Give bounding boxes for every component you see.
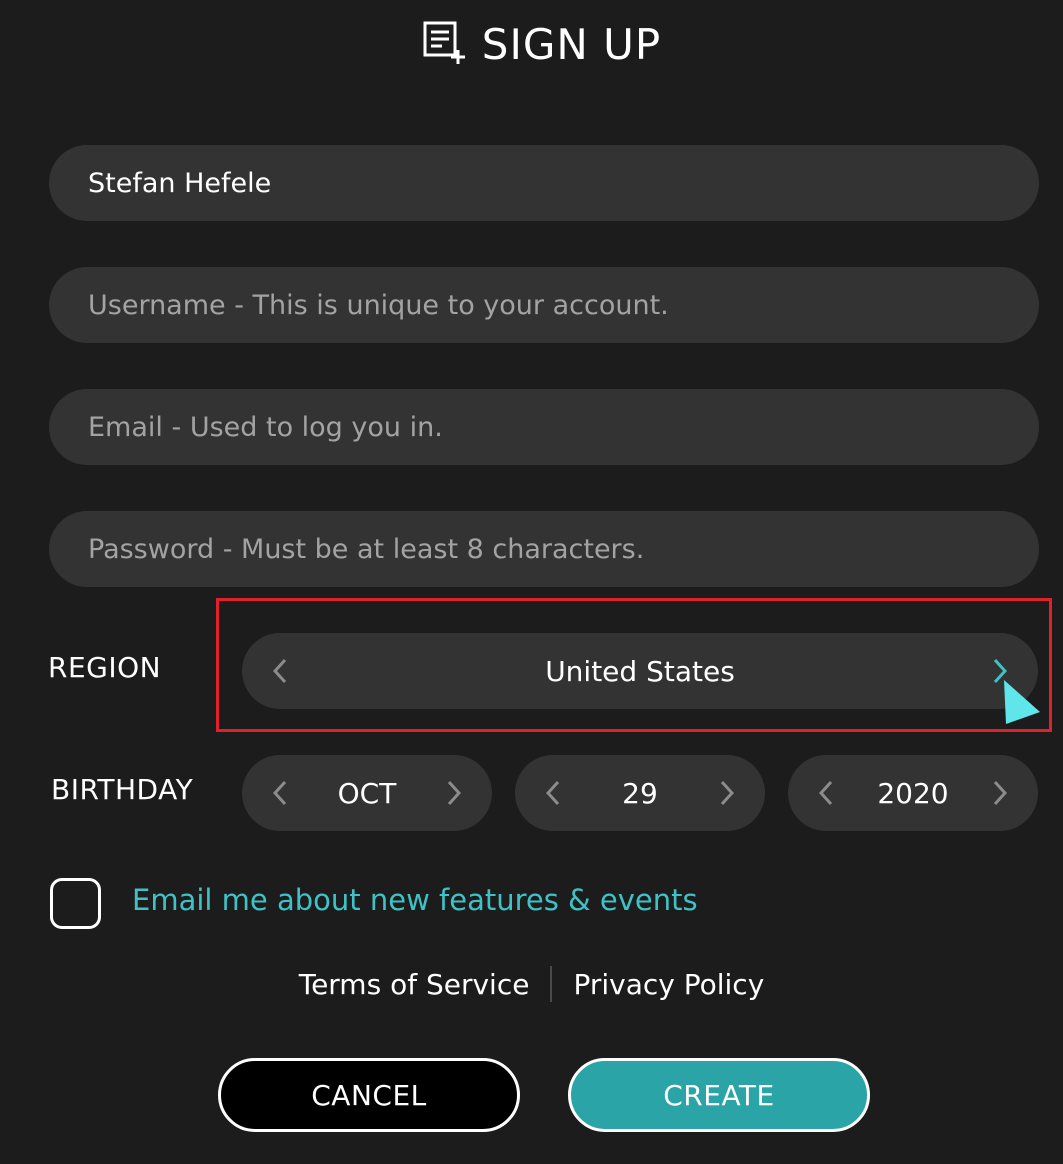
birthday-day-picker: 29 (515, 755, 765, 831)
email-field[interactable] (49, 389, 1039, 465)
mouse-cursor-icon (1000, 678, 1042, 730)
password-field[interactable] (49, 511, 1039, 587)
privacy-policy-link[interactable]: Privacy Policy (573, 968, 764, 1001)
password-input[interactable] (88, 533, 1039, 565)
sign-up-screen: SIGN UP REGION United States BIRTHDAY OC… (0, 0, 1063, 1164)
birthday-year-picker: 2020 (788, 755, 1038, 831)
birthday-label: BIRTHDAY (51, 773, 194, 806)
username-input[interactable] (88, 289, 1039, 321)
month-next-chevron-right-icon[interactable] (434, 773, 474, 813)
legal-links: Terms of Service Privacy Policy (0, 966, 1063, 1002)
page-title: SIGN UP (481, 19, 662, 69)
links-divider (550, 966, 553, 1002)
newsletter-checkbox[interactable] (50, 878, 101, 929)
day-prev-chevron-left-icon[interactable] (533, 773, 573, 813)
header: SIGN UP (0, 14, 1063, 74)
full-name-input[interactable] (88, 167, 1039, 199)
birthday-year-value: 2020 (877, 776, 949, 810)
newsletter-label[interactable]: Email me about new features & events (132, 883, 698, 917)
birthday-month-value: OCT (337, 776, 397, 810)
birthday-month-picker: OCT (242, 755, 492, 831)
full-name-field[interactable] (49, 145, 1039, 221)
year-prev-chevron-left-icon[interactable] (806, 773, 846, 813)
region-highlight-box (216, 598, 1052, 732)
header-inner: SIGN UP (422, 20, 661, 69)
birthday-day-value: 29 (622, 776, 658, 810)
terms-of-service-link[interactable]: Terms of Service (299, 968, 530, 1001)
month-prev-chevron-left-icon[interactable] (260, 773, 300, 813)
create-button[interactable]: CREATE (568, 1058, 870, 1132)
region-label: REGION (48, 651, 162, 684)
email-input[interactable] (88, 411, 1039, 443)
cancel-button[interactable]: CANCEL (218, 1058, 520, 1132)
form-add-icon (422, 20, 468, 68)
day-next-chevron-right-icon[interactable] (707, 773, 747, 813)
username-field[interactable] (49, 267, 1039, 343)
year-next-chevron-right-icon[interactable] (980, 773, 1020, 813)
